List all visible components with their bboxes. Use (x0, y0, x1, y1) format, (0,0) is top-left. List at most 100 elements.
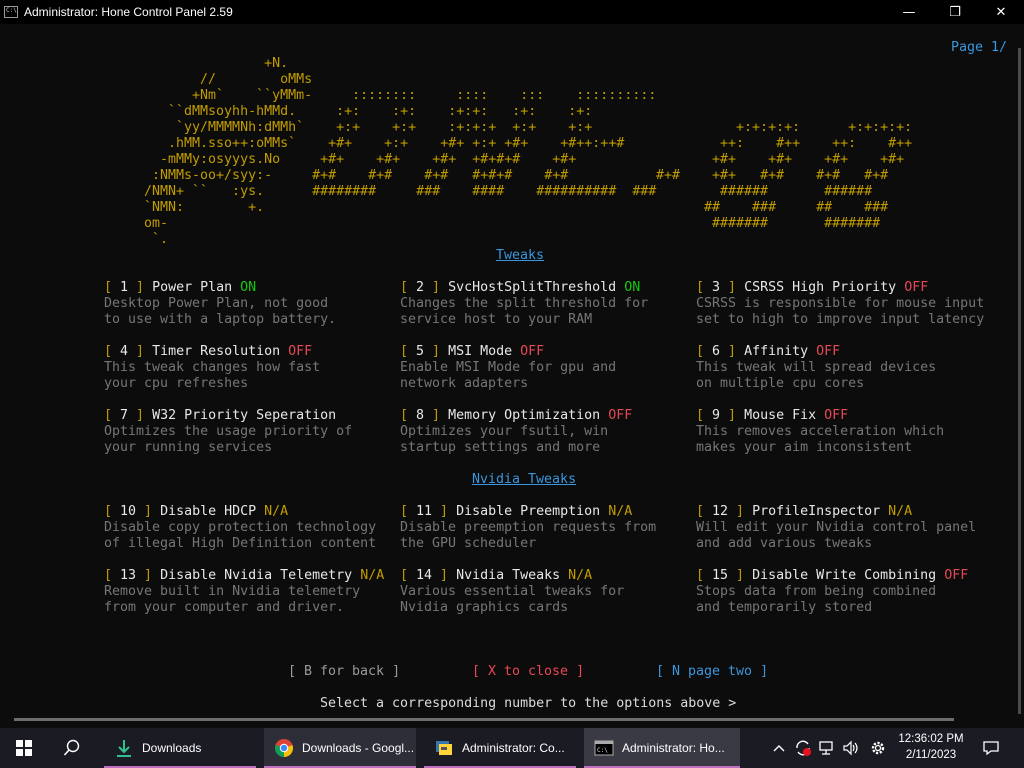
title-bar: Administrator: Hone Control Panel 2.59 (0, 0, 1024, 24)
settings-tray-button[interactable] (866, 728, 890, 768)
window-title: Administrator: Hone Control Panel 2.59 (24, 5, 233, 19)
next-page-option[interactable]: [ N page two ] (656, 664, 768, 680)
option-4[interactable]: [ 4 ] Timer Resolution OFF This tweak cha… (104, 344, 320, 392)
option-3[interactable]: [ 3 ] CSRSS High Priority OFF CSRSS is re… (696, 280, 984, 328)
option-title: [ 13 ] Disable Nvidia Telemetry N/A (104, 568, 385, 583)
option-9[interactable]: [ 9 ] Mouse Fix OFF This removes accelera… (696, 408, 944, 456)
option-title: [ 3 ] CSRSS High Priority OFF (696, 280, 929, 295)
option-15[interactable]: [ 15 ] Disable Write Combining OFF Stops … (696, 568, 968, 616)
ascii-art-line: `NMN: +. (144, 200, 265, 215)
option-11[interactable]: [ 11 ] Disable Preemption N/A Disable pre… (400, 504, 656, 552)
taskbar-item-admin-console[interactable]: Administrator: Co... (424, 728, 576, 768)
horizontal-scrollbar[interactable] (0, 714, 1024, 728)
option-title: [ 7 ] W32 Priority Seperation (104, 408, 337, 423)
option-2[interactable]: [ 2 ] SvcHostSplitThreshold ON Changes th… (400, 280, 648, 328)
minimize-button[interactable]: — (886, 0, 932, 24)
option-number: 13 (120, 568, 137, 583)
option-name: Timer Resolution (152, 344, 281, 359)
ascii-art-line: +N. (144, 56, 289, 71)
ascii-art-line: // oMMs (144, 72, 313, 87)
option-8[interactable]: [ 8 ] Memory Optimization OFF Optimizes y… (400, 408, 632, 456)
windows-logo-icon (16, 740, 32, 756)
ascii-art-line: ## ### ## ### (672, 200, 889, 215)
taskbar-item-hone[interactable]: C:\ Administrator: Ho... (584, 728, 740, 768)
option-description: network adapters (400, 376, 529, 391)
option-name: Disable Nvidia Telemetry (160, 568, 353, 583)
option-title: [ 4 ] Timer Resolution OFF (104, 344, 313, 359)
option-number: 9 (712, 408, 721, 423)
ascii-art-line: #+# +#+ #+# #+# #+# (656, 168, 889, 183)
sync-tray-button[interactable] (792, 728, 814, 768)
option-13[interactable]: [ 13 ] Disable Nvidia Telemetry N/A Remov… (104, 568, 384, 616)
option-status: ON (240, 280, 257, 295)
console-area[interactable]: Page 1/ +N. // oMMs +Nm` ``yMMm- :::::::… (0, 24, 1008, 714)
terminal-icon (436, 741, 452, 755)
option-title: [ 6 ] Affinity OFF (696, 344, 841, 359)
option-description: Stops data from being combined (696, 584, 937, 599)
option-description: your running services (104, 440, 273, 455)
option-description: CSRSS is responsible for mouse input (696, 296, 985, 311)
option-7[interactable]: [ 7 ] W32 Priority Seperation Optimizes … (104, 408, 352, 456)
maximize-button[interactable]: ❐ (932, 0, 978, 24)
input-prompt[interactable]: Select a corresponding number to the opt… (320, 696, 736, 712)
option-number: 10 (120, 504, 137, 519)
start-button[interactable] (0, 728, 48, 768)
option-number: 2 (416, 280, 425, 295)
option-title: [ 14 ] Nvidia Tweaks N/A (400, 568, 593, 583)
option-name: Mouse Fix (744, 408, 817, 423)
network-tray-button[interactable] (816, 728, 838, 768)
cmd-icon (4, 6, 18, 18)
volume-tray-button[interactable] (840, 728, 862, 768)
option-title: [ 2 ] SvcHostSplitThreshold ON (400, 280, 641, 295)
option-status: OFF (608, 408, 633, 423)
close-button[interactable]: ✕ (978, 0, 1024, 24)
ascii-art-line: -mMMy:osyyys.No +#+ +#+ +#+ +#+#+# +#+ (144, 152, 577, 167)
option-1[interactable]: [ 1 ] Power Plan ON Desktop Power Plan, n… (104, 280, 336, 328)
option-name: Disable Preemption (456, 504, 601, 519)
option-number: 1 (120, 280, 129, 295)
option-status: N/A (568, 568, 593, 583)
svg-text:C:\: C:\ (597, 747, 608, 754)
ascii-art-line: :NMMs-oo+/syy:- #+# #+# #+# #+#+# #+# (144, 168, 569, 183)
option-6[interactable]: [ 6 ] Affinity OFF This tweak will spread… (696, 344, 936, 392)
option-name: Disable Write Combining (752, 568, 937, 583)
option-number: 3 (712, 280, 721, 295)
vertical-scrollbar[interactable] (1008, 24, 1024, 728)
option-description: This removes acceleration which (696, 424, 945, 439)
option-10[interactable]: [ 10 ] Disable HDCP N/A Disable copy prot… (104, 504, 376, 552)
option-description: makes your aim inconsistent (696, 440, 913, 455)
gear-icon (871, 741, 885, 755)
ascii-art-line: +Nm` ``yMMm- :::::::: :::: ::: :::::::::… (144, 88, 657, 103)
option-name: SvcHostSplitThreshold (448, 280, 617, 295)
close-option[interactable]: [ X to close ] (472, 664, 584, 680)
ascii-art-line: ++: #++ ++: #++ (672, 136, 913, 151)
option-title: [ 12 ] ProfileInspector N/A (696, 504, 913, 519)
ascii-art-line: `. (144, 232, 169, 247)
option-name: Power Plan (152, 280, 233, 295)
show-hidden-icons-button[interactable] (768, 728, 790, 768)
taskbar-item-chrome[interactable]: Downloads - Googl... (264, 728, 416, 768)
option-5[interactable]: [ 5 ] MSI Mode OFF Enable MSI Mode for gp… (400, 344, 616, 392)
clock-date: 2/11/2023 (905, 749, 957, 761)
search-icon (63, 739, 80, 756)
option-number: 5 (416, 344, 425, 359)
option-number: 4 (120, 344, 129, 359)
option-14[interactable]: [ 14 ] Nvidia Tweaks N/A Various essentia… (400, 568, 624, 616)
option-description: This tweak will spread devices (696, 360, 937, 375)
option-description: of illegal High Definition content (104, 536, 377, 551)
notification-icon (983, 741, 999, 756)
option-status: ON (624, 280, 641, 295)
option-12[interactable]: [ 12 ] ProfileInspector N/A Will edit you… (696, 504, 976, 552)
option-title: [ 1 ] Power Plan ON (104, 280, 257, 295)
sync-warning-icon (796, 740, 811, 756)
option-description: Various essential tweaks for (400, 584, 625, 599)
search-button[interactable] (48, 728, 96, 768)
taskbar-clock[interactable]: 12:36:02 PM 2/11/2023 (896, 731, 966, 763)
option-title: [ 8 ] Memory Optimization OFF (400, 408, 633, 423)
back-option[interactable]: [ B for back ] (288, 664, 400, 680)
taskbar-item-downloads[interactable]: Downloads (104, 728, 256, 768)
option-description: startup settings and more (400, 440, 601, 455)
action-center-button[interactable] (976, 728, 1006, 768)
option-name: Nvidia Tweaks (456, 568, 561, 583)
option-description: Disable copy protection technology (104, 520, 377, 535)
